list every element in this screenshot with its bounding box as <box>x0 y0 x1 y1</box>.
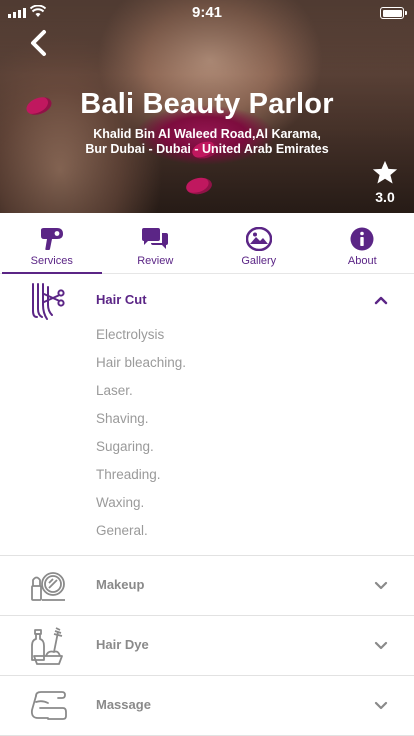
image-icon <box>245 227 272 251</box>
hair-dryer-icon <box>40 228 63 250</box>
salon-address: Khalid Bin Al Waleed Road,Al Karama, Bur… <box>0 127 414 157</box>
tab-about[interactable]: About <box>311 213 414 273</box>
service-title: Makeup <box>96 577 145 592</box>
info-icon <box>350 227 374 251</box>
massage-icon <box>30 691 67 720</box>
sub-service-item[interactable]: Laser. <box>96 381 186 409</box>
service-header-haircut[interactable]: Hair Cut <box>0 273 414 325</box>
service-title: Massage <box>96 697 151 712</box>
sub-service-item[interactable]: Sugaring. <box>96 437 186 465</box>
chevron-up-icon[interactable] <box>374 295 388 305</box>
hero-banner: 9:41 Bali Beauty Parlor Khalid Bin Al Wa… <box>0 0 414 213</box>
tab-services[interactable]: Services <box>0 213 104 274</box>
service-row-massage[interactable]: Massage <box>0 676 414 736</box>
service-section-expanded: Hair Cut Electrolysis Hair bleaching. La… <box>0 273 414 556</box>
sub-service-list: Electrolysis Hair bleaching. Laser. Shav… <box>96 325 186 549</box>
chevron-down-icon[interactable] <box>374 581 388 591</box>
tab-review[interactable]: Review <box>104 213 208 273</box>
rating-value: 3.0 <box>375 189 395 205</box>
status-time: 9:41 <box>191 4 223 21</box>
address-line-1: Khalid Bin Al Waleed Road,Al Karama, <box>93 127 321 141</box>
nail-decoration <box>184 175 214 197</box>
tab-gallery[interactable]: Gallery <box>207 213 311 273</box>
address-line-2: Bur Dubai - Dubai - United Arab Emirates <box>85 142 329 156</box>
service-row-hair-dye[interactable]: Hair Dye <box>0 616 414 676</box>
sub-service-item[interactable]: Threading. <box>96 465 186 493</box>
sub-service-item[interactable]: Hair bleaching. <box>96 353 186 381</box>
tab-review-label: Review <box>137 255 174 267</box>
salon-name: Bali Beauty Parlor <box>80 88 334 120</box>
star-icon <box>372 160 398 184</box>
tab-services-label: Services <box>30 255 73 267</box>
service-title: Hair Dye <box>96 637 149 652</box>
chevron-down-icon[interactable] <box>374 641 388 651</box>
makeup-mirror-icon <box>31 572 65 601</box>
sub-service-item[interactable]: Electrolysis <box>96 325 186 353</box>
tab-gallery-label: Gallery <box>241 255 277 267</box>
service-row-makeup[interactable]: Makeup <box>0 556 414 616</box>
hair-comb-scissors-icon <box>32 283 65 320</box>
sub-service-item[interactable]: Waxing. <box>96 493 186 521</box>
back-chevron-icon[interactable] <box>26 28 54 58</box>
tab-bar: Services Review Gallery About <box>0 213 414 274</box>
rating-badge[interactable]: 3.0 <box>370 160 400 205</box>
tab-about-label: About <box>347 255 377 267</box>
chat-bubbles-icon <box>142 228 169 249</box>
hair-dye-icon <box>31 627 63 665</box>
sub-service-item[interactable]: Shaving. <box>96 409 186 437</box>
chevron-down-icon[interactable] <box>374 701 388 711</box>
battery-icon <box>380 7 407 19</box>
sub-service-item[interactable]: General. <box>96 521 186 549</box>
status-bar: 9:41 <box>0 0 414 26</box>
service-title: Hair Cut <box>96 292 147 307</box>
